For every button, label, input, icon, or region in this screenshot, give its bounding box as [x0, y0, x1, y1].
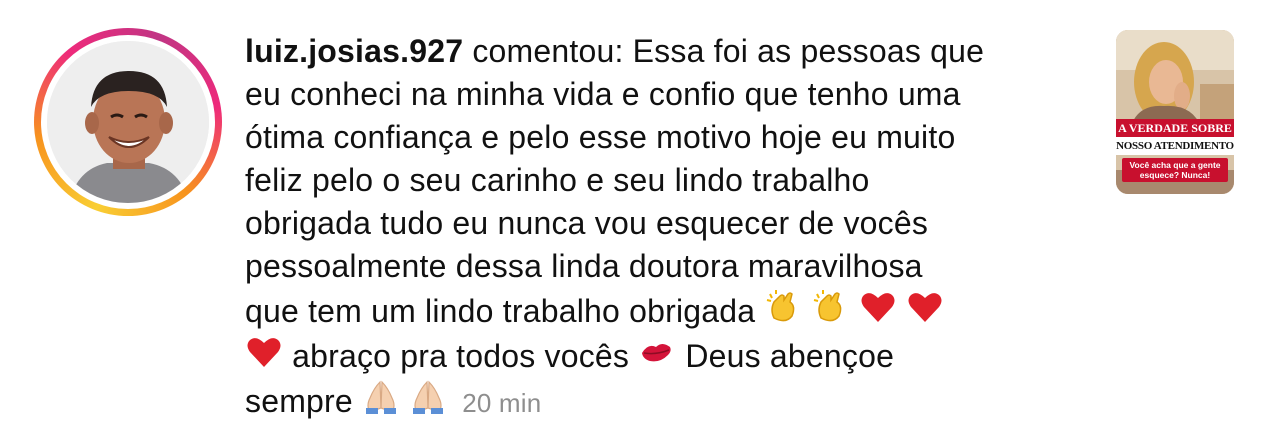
- folded-hands-icon: [409, 378, 447, 416]
- comment-line: Deus abençoe: [685, 338, 895, 374]
- thumbnail-banner-subtitle: NOSSO ATENDIMENTO: [1116, 137, 1234, 155]
- clapping-hands-icon: [811, 288, 849, 326]
- kiss-mark-icon: [638, 333, 676, 371]
- comment-line: abraço pra todos vocês: [292, 338, 630, 374]
- red-heart-icon: [859, 288, 897, 326]
- folded-hands-icon: [362, 378, 400, 416]
- avatar[interactable]: [47, 41, 209, 203]
- action-label: comentou:: [472, 33, 624, 69]
- username-link[interactable]: luiz.josias.927: [245, 33, 463, 69]
- thumbnail-caption: Você acha que a gente esquece? Nunca!: [1122, 158, 1228, 182]
- thumbnail-banner-title: A VERDADE SOBRE: [1116, 119, 1234, 137]
- timestamp: 20 min: [462, 388, 542, 418]
- comment-text: luiz.josias.927 comentou: Essa foi as pe…: [245, 30, 1085, 425]
- post-thumbnail[interactable]: A VERDADE SOBRE NOSSO ATENDIMENTO Você a…: [1116, 30, 1234, 194]
- comment-line: pessoalmente dessa linda doutora maravil…: [245, 248, 923, 284]
- clapping-hands-icon: [764, 288, 802, 326]
- comment-line: Essa foi as pessoas que: [632, 33, 985, 69]
- comment-line: que tem um lindo trabalho obrigada: [245, 293, 756, 329]
- comment-line: sempre: [245, 383, 353, 419]
- comment-line: eu conheci na minha vida e confio que te…: [245, 76, 961, 112]
- story-ring[interactable]: [34, 28, 222, 216]
- comment-line: obrigada tudo eu nunca vou esquecer de v…: [245, 205, 929, 241]
- red-heart-icon: [245, 333, 283, 371]
- comment-line: ótima confiança e pelo esse motivo hoje …: [245, 119, 956, 155]
- red-heart-icon: [906, 288, 944, 326]
- comment-notification[interactable]: luiz.josias.927 comentou: Essa foi as pe…: [0, 0, 1280, 419]
- comment-line: feliz pelo o seu carinho e seu lindo tra…: [245, 162, 870, 198]
